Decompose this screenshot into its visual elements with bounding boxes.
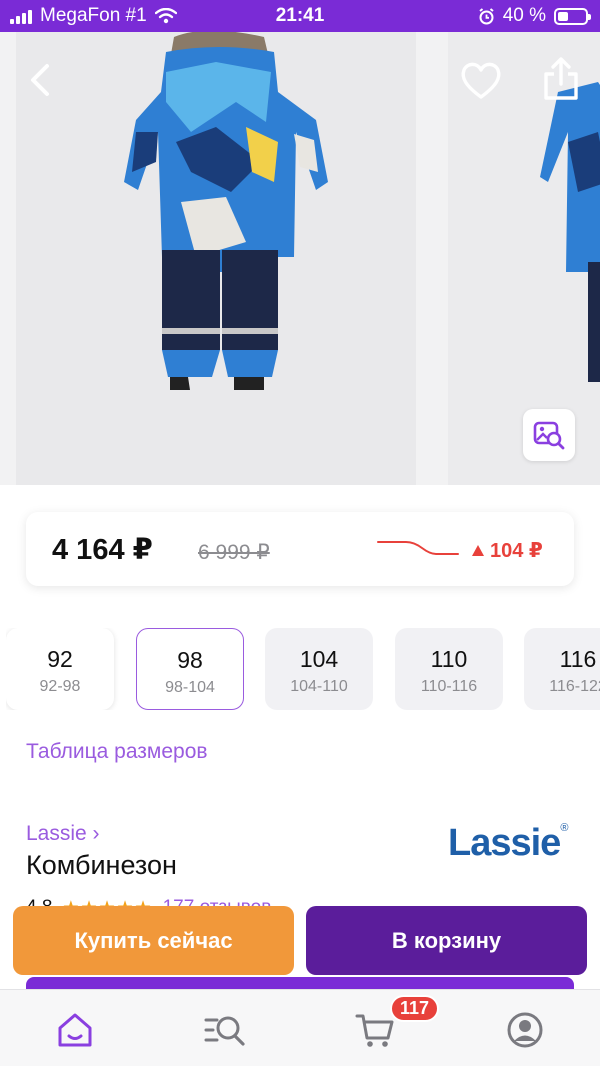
size-range: 98-104 xyxy=(165,679,215,696)
price-change-value: 104 ₽ xyxy=(490,540,543,562)
price-card[interactable]: 4 164 ₽ 6 999 ₽ 104 ₽ xyxy=(26,512,574,586)
home-icon xyxy=(58,1013,92,1047)
back-icon[interactable] xyxy=(22,60,62,100)
heart-icon[interactable] xyxy=(458,58,504,104)
size-label: 104 xyxy=(299,646,339,672)
size-range: 92-98 xyxy=(39,678,81,695)
product-page: MegaFon #1 21:41 40 % 4 164 ₽ 6 999 ₽ 10… xyxy=(0,0,600,1066)
size-table-link[interactable]: Таблица размеров xyxy=(26,740,208,764)
size-selector: 92 92-98 98 98-104 104 104-110 110 110-1… xyxy=(6,628,600,710)
profile-icon xyxy=(507,1012,543,1048)
alarm-icon xyxy=(479,7,494,24)
catalog-search-icon xyxy=(204,1016,245,1046)
price-change: 104 ₽ xyxy=(472,538,543,563)
brand-logo-text: Lassie xyxy=(448,822,561,864)
status-bar: MegaFon #1 21:41 40 % xyxy=(0,0,600,32)
size-range: 110-116 xyxy=(420,678,478,695)
status-right: 40 % xyxy=(478,5,591,27)
battery-percent: 40 % xyxy=(502,5,546,26)
size-option[interactable]: 104 104-110 xyxy=(265,628,373,710)
tab-home[interactable] xyxy=(53,1008,97,1052)
product-title: Комбинезон xyxy=(26,850,177,880)
tab-bar: 117 xyxy=(0,989,600,1066)
size-label: 110 xyxy=(430,646,468,672)
tab-catalog[interactable] xyxy=(203,1008,247,1052)
size-range: 116-122 xyxy=(549,678,600,695)
old-price: 6 999 ₽ xyxy=(198,541,270,564)
size-label: 116 xyxy=(559,646,597,672)
tab-cart[interactable] xyxy=(353,1008,397,1052)
size-option[interactable]: 116 116-122 xyxy=(524,628,600,710)
size-option-selected[interactable]: 98 98-104 xyxy=(136,628,244,710)
size-label: 92 xyxy=(47,646,73,672)
cart-icon xyxy=(355,1014,394,1047)
size-option[interactable]: 110 110-116 xyxy=(395,628,503,710)
size-option[interactable]: 92 92-98 xyxy=(6,628,114,710)
brand-link[interactable]: Lassie › xyxy=(26,822,100,846)
image-search-icon xyxy=(533,421,565,450)
promo-banner-edge xyxy=(26,977,574,989)
size-label: 98 xyxy=(177,647,203,673)
current-price: 4 164 ₽ xyxy=(52,534,153,566)
cart-count-badge: 117 xyxy=(390,995,440,1022)
add-to-cart-button[interactable]: В корзину xyxy=(306,906,587,975)
buy-now-button[interactable]: Купить сейчас xyxy=(13,906,294,975)
battery-icon xyxy=(554,7,591,25)
product-photo[interactable] xyxy=(16,32,416,485)
price-history-chart[interactable] xyxy=(376,534,460,560)
tab-profile[interactable] xyxy=(503,1008,547,1052)
share-icon[interactable] xyxy=(538,54,584,102)
arrow-up-icon xyxy=(472,545,484,556)
visual-search-button[interactable] xyxy=(523,409,575,461)
product-gallery[interactable] xyxy=(0,32,600,485)
brand-logo[interactable]: Lassie® xyxy=(448,822,568,865)
size-range: 104-110 xyxy=(290,678,348,695)
snowsuit-image xyxy=(124,32,328,390)
